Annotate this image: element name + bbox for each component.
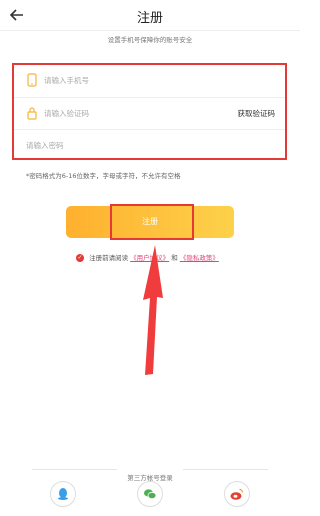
register-form: 请输入手机号 请输入验证码 获取验证码 请输入密码 (12, 63, 287, 160)
register-button[interactable]: 注册 (66, 206, 234, 238)
privacy-policy-link[interactable]: 《隐私政策》 (180, 254, 219, 262)
top-bar: 注册 (0, 0, 300, 31)
qq-login-button[interactable] (50, 481, 76, 507)
password-input[interactable]: 请输入密码 (26, 140, 64, 151)
register-button-area: 注册 (66, 204, 234, 240)
weibo-login-button[interactable] (224, 481, 250, 507)
page-subtitle: 设置手机号保障你的账号安全 (107, 36, 193, 44)
lock-icon (27, 107, 37, 120)
password-hint: *密码格式为6-16位数字，字母或字符，不允许有空格 (26, 172, 181, 180)
password-row[interactable]: 请输入密码 (14, 129, 285, 162)
code-input[interactable]: 请输入验证码 (44, 108, 89, 119)
phone-icon (27, 73, 37, 87)
agreement-line: ✓ 注册前请阅读 《用户协议》 和 《隐私政策》 (76, 252, 219, 262)
agreement-and: 和 (171, 254, 178, 262)
check-icon[interactable]: ✓ (76, 254, 84, 262)
code-row[interactable]: 请输入验证码 获取验证码 (14, 97, 285, 130)
phone-row[interactable]: 请输入手机号 (14, 65, 285, 97)
qq-icon (58, 488, 68, 500)
wechat-icon (144, 489, 157, 500)
register-button-label: 注册 (142, 217, 158, 226)
wechat-login-button[interactable] (137, 481, 163, 507)
divider (183, 469, 268, 470)
user-agreement-link[interactable]: 《用户协议》 (130, 254, 169, 262)
divider (32, 469, 117, 470)
get-code-button[interactable]: 获取验证码 (238, 108, 276, 119)
phone-input[interactable]: 请输入手机号 (44, 75, 89, 86)
weibo-icon (230, 488, 244, 500)
agreement-prefix: 注册前请阅读 (89, 254, 129, 262)
page-title: 注册 (136, 11, 163, 26)
